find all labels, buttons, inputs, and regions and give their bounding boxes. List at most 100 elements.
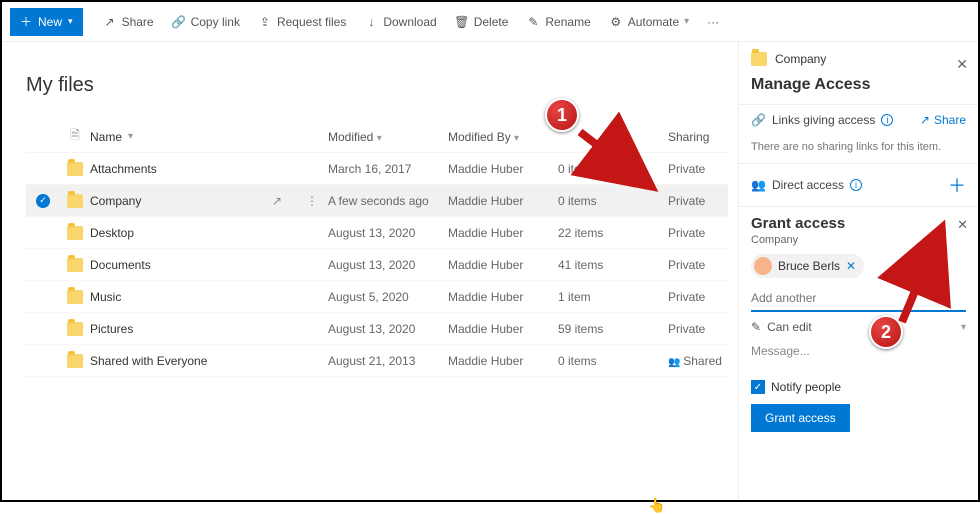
- folder-icon: [67, 226, 83, 240]
- folder-icon: [67, 162, 83, 176]
- modified-cell: August 13, 2020: [328, 258, 448, 272]
- direct-access-label: Direct access: [772, 178, 844, 192]
- item-name: Desktop: [90, 226, 134, 240]
- size-cell: 0 items: [558, 194, 668, 208]
- size-cell: 59 items: [558, 322, 668, 336]
- avatar: [754, 257, 772, 275]
- checkmark-icon: ✓: [36, 194, 50, 208]
- rename-button[interactable]: ✎Rename: [518, 7, 598, 37]
- permission-selector[interactable]: ✎Can edit ▾: [751, 320, 966, 334]
- sharing-cell: Private: [668, 226, 728, 240]
- modified-by-cell: Maddie Huber: [448, 162, 558, 176]
- sharing-cell: Private: [668, 322, 728, 336]
- modified-cell: August 5, 2020: [328, 290, 448, 304]
- notify-people-checkbox[interactable]: ✓ Notify people: [751, 380, 966, 394]
- close-icon[interactable]: ✕: [957, 217, 968, 233]
- plus-icon: ＋: [20, 13, 32, 30]
- flow-icon: ⚙: [609, 15, 623, 29]
- copy-link-button[interactable]: 🔗Copy link: [164, 7, 248, 37]
- ellipsis-icon: ···: [707, 15, 719, 29]
- sharing-cell: Private: [668, 162, 728, 176]
- links-giving-access-label: Links giving access: [772, 113, 875, 127]
- remove-chip-icon[interactable]: ✕: [846, 259, 856, 273]
- new-button[interactable]: ＋ New ▾: [10, 8, 83, 36]
- chevron-down-icon: ▾: [128, 131, 133, 142]
- new-label: New: [38, 15, 62, 29]
- share-icon: ↗: [103, 15, 117, 29]
- folder-icon: [67, 354, 83, 368]
- modified-by-cell: Maddie Huber: [448, 322, 558, 336]
- size-cell: 0 items: [558, 162, 668, 176]
- chevron-down-icon: ▾: [961, 322, 966, 333]
- item-name: Documents: [90, 258, 151, 272]
- modified-cell: A few seconds ago: [328, 194, 448, 208]
- delete-button[interactable]: 🗑Delete: [447, 7, 517, 37]
- table-row[interactable]: Pictures August 13, 2020Maddie Huber59 it…: [26, 313, 728, 345]
- overflow-button[interactable]: ···: [699, 7, 727, 37]
- size-cell: 0 items: [558, 354, 668, 368]
- sharing-cell: Private: [668, 194, 728, 208]
- grant-access-subtitle: Company: [751, 234, 966, 246]
- col-modified-by[interactable]: Modified By ▾: [448, 130, 558, 144]
- share-button[interactable]: ↗Share: [95, 7, 162, 37]
- sharing-cell: 👥 Shared: [668, 354, 728, 368]
- trash-icon: 🗑: [455, 15, 469, 29]
- chevron-down-icon: ▾: [377, 133, 382, 144]
- download-button[interactable]: ↓Download: [356, 7, 444, 37]
- file-area: My files 🗎 Name ▾ Modified ▾ Modified By…: [2, 42, 738, 500]
- automate-button[interactable]: ⚙Automate ▾: [601, 7, 697, 37]
- more-icon[interactable]: ⋮: [306, 194, 318, 208]
- request-files-button[interactable]: ⇪Request files: [250, 7, 354, 37]
- table-row[interactable]: Documents August 13, 2020Maddie Huber41 i…: [26, 249, 728, 281]
- table-row[interactable]: ✓Company↗⋮A few seconds agoMaddie Huber0…: [26, 185, 728, 217]
- sharing-cell: Private: [668, 258, 728, 272]
- share-button-panel[interactable]: ↗ Share: [920, 113, 966, 127]
- modified-by-cell: Maddie Huber: [448, 258, 558, 272]
- item-name: Pictures: [90, 322, 133, 336]
- col-name[interactable]: Name ▾: [90, 130, 328, 144]
- panel-folder-name: Company: [775, 52, 826, 66]
- sharing-cell: Private: [668, 290, 728, 304]
- add-direct-access-button[interactable]: ＋: [948, 172, 966, 198]
- modified-cell: August 21, 2013: [328, 354, 448, 368]
- modified-by-cell: Maddie Huber: [448, 354, 558, 368]
- annotation-badge-2: 2: [869, 315, 903, 349]
- table-row[interactable]: Shared with Everyone August 21, 2013Maddi…: [26, 345, 728, 377]
- col-sharing[interactable]: Sharing: [668, 130, 728, 144]
- item-name: Shared with Everyone: [90, 354, 207, 368]
- grant-access-card: ✕ Grant access Company Bruce Berls ✕ ✎Ca…: [739, 206, 978, 444]
- add-people-input[interactable]: [751, 286, 966, 312]
- item-name: Attachments: [90, 162, 157, 176]
- modified-by-cell: Maddie Huber: [448, 290, 558, 304]
- folder-icon: [67, 194, 83, 208]
- grant-access-button[interactable]: Grant access: [751, 404, 850, 432]
- rename-icon: ✎: [526, 15, 540, 29]
- table-row[interactable]: AttachmentsMarch 16, 2017Maddie Huber0 i…: [26, 153, 728, 185]
- request-icon: ⇪: [258, 15, 272, 29]
- table-row[interactable]: MusicAugust 5, 2020Maddie Huber1 itemPri…: [26, 281, 728, 313]
- size-cell: 1 item: [558, 290, 668, 304]
- col-modified[interactable]: Modified ▾: [328, 130, 448, 144]
- item-name: Company: [90, 194, 141, 208]
- no-links-text: There are no sharing links for this item…: [739, 135, 978, 163]
- info-icon[interactable]: i: [850, 179, 862, 191]
- table-header: 🗎 Name ▾ Modified ▾ Modified By ▾ Sharin…: [26, 121, 728, 153]
- file-icon: 🗎: [70, 126, 80, 147]
- chip-name: Bruce Berls: [778, 259, 840, 273]
- modified-by-cell: Maddie Huber: [448, 226, 558, 240]
- command-bar: ＋ New ▾ ↗Share 🔗Copy link ⇪Request files…: [2, 2, 978, 42]
- checkbox-checked-icon: ✓: [751, 380, 765, 394]
- folder-icon: [67, 258, 83, 272]
- close-icon[interactable]: ✕: [956, 56, 968, 73]
- message-input[interactable]: Message...: [751, 344, 966, 358]
- table-row[interactable]: DesktopAugust 13, 2020Maddie Huber22 ite…: [26, 217, 728, 249]
- info-icon[interactable]: i: [881, 114, 893, 126]
- manage-access-panel: Company ✕ Manage Access 🔗 Links giving a…: [738, 42, 978, 500]
- size-cell: 41 items: [558, 258, 668, 272]
- chevron-down-icon: ▾: [68, 16, 73, 27]
- modified-cell: August 13, 2020: [328, 322, 448, 336]
- person-chip[interactable]: Bruce Berls ✕: [751, 254, 864, 278]
- chevron-down-icon: ▾: [514, 133, 519, 144]
- chevron-down-icon: ▾: [684, 16, 689, 27]
- share-icon[interactable]: ↗: [272, 194, 282, 208]
